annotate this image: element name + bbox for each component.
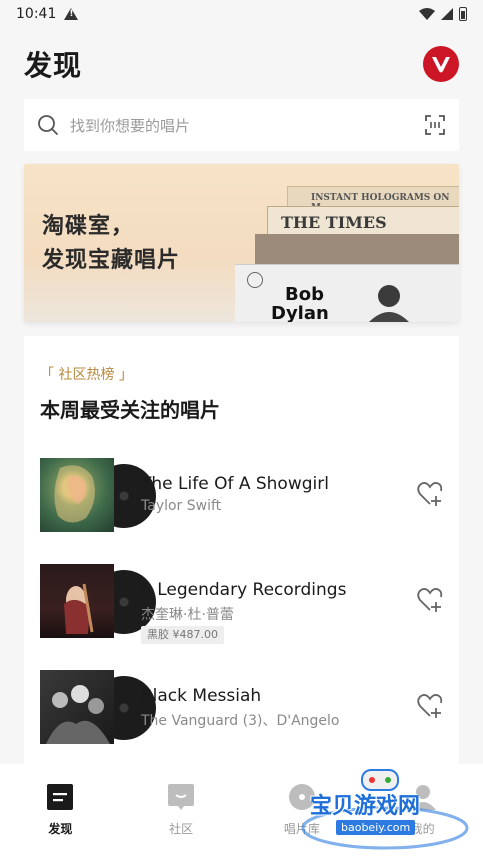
album-row[interactable]: The Life Of A Showgirl Taylor Swift (40, 458, 444, 534)
record-label-times: THE TIMES (281, 213, 387, 232)
avatar[interactable] (423, 46, 459, 82)
record-label-bob: Bob (285, 284, 324, 305)
album-row[interactable]: Black Messiah The Vanguard (3)、D'Angelo (40, 670, 444, 746)
banner-text: 淘碟室， 发现宝藏唱片 (42, 214, 181, 273)
logo-icon (432, 57, 450, 73)
scan-icon[interactable] (423, 113, 447, 137)
status-bar: 10:41 (0, 0, 483, 28)
warning-icon (64, 8, 79, 20)
nav-label-community: 社区 (169, 822, 194, 836)
promo-banner[interactable]: 淘碟室， 发现宝藏唱片 INSTANT HOLOGRAMS ON M THE T… (24, 164, 459, 322)
record-label-dylan: Dylan (271, 303, 329, 322)
page-title: 发现 (24, 49, 83, 82)
section-tag: 「 社区热榜 」 (40, 367, 133, 383)
nav-label-discover: 发现 (48, 822, 73, 836)
search-icon (38, 115, 58, 135)
status-time: 10:41 (16, 6, 57, 22)
album-title: 5 Legendary Recordings (141, 580, 347, 600)
add-favorite-icon[interactable] (416, 480, 444, 508)
price-badge: 黑胶 ¥487.00 (141, 626, 224, 644)
battery-icon (459, 7, 467, 21)
album-cover (40, 670, 114, 744)
album-artist: The Vanguard (3)、D'Angelo (141, 713, 340, 729)
album-title: Black Messiah (141, 686, 262, 706)
watermark-text: 宝贝游戏网 (310, 794, 421, 819)
album-artist: Taylor Swift (141, 498, 222, 514)
album-artist: 杰奎琳·杜·普蕾 (141, 607, 234, 623)
add-favorite-icon[interactable] (416, 692, 444, 720)
nav-item-community[interactable]: 社区 (121, 764, 242, 858)
cell-signal-icon (441, 8, 453, 20)
album-cover (40, 564, 114, 638)
watermark: 宝贝游戏网 baobeiy.com (300, 768, 470, 850)
section-title: 本周最受关注的唱片 (40, 398, 220, 422)
album-cover (40, 458, 114, 532)
portrait-image (369, 285, 409, 322)
banner-record-stack: INSTANT HOLOGRAMS ON M THE TIMES Bob Dyl… (229, 164, 459, 322)
album-title: The Life Of A Showgirl (141, 474, 329, 494)
header: 发现 (24, 44, 459, 84)
discover-icon (47, 784, 74, 810)
record-logo-icon (247, 272, 263, 288)
album-row[interactable]: 5 Legendary Recordings 杰奎琳·杜·普蕾 黑胶 ¥487.… (40, 564, 444, 644)
search-bar[interactable]: 找到你想要的唱片 (24, 99, 459, 151)
watermark-url: baobeiy.com (336, 820, 416, 835)
community-chart-card: 「 社区热榜 」 本周最受关注的唱片 The Life Of A Showgir… (24, 336, 459, 766)
wifi-icon (419, 8, 435, 20)
community-icon (168, 784, 195, 810)
search-input[interactable]: 找到你想要的唱片 (70, 115, 423, 136)
add-favorite-icon[interactable] (416, 586, 444, 614)
nav-item-discover[interactable]: 发现 (0, 764, 121, 858)
